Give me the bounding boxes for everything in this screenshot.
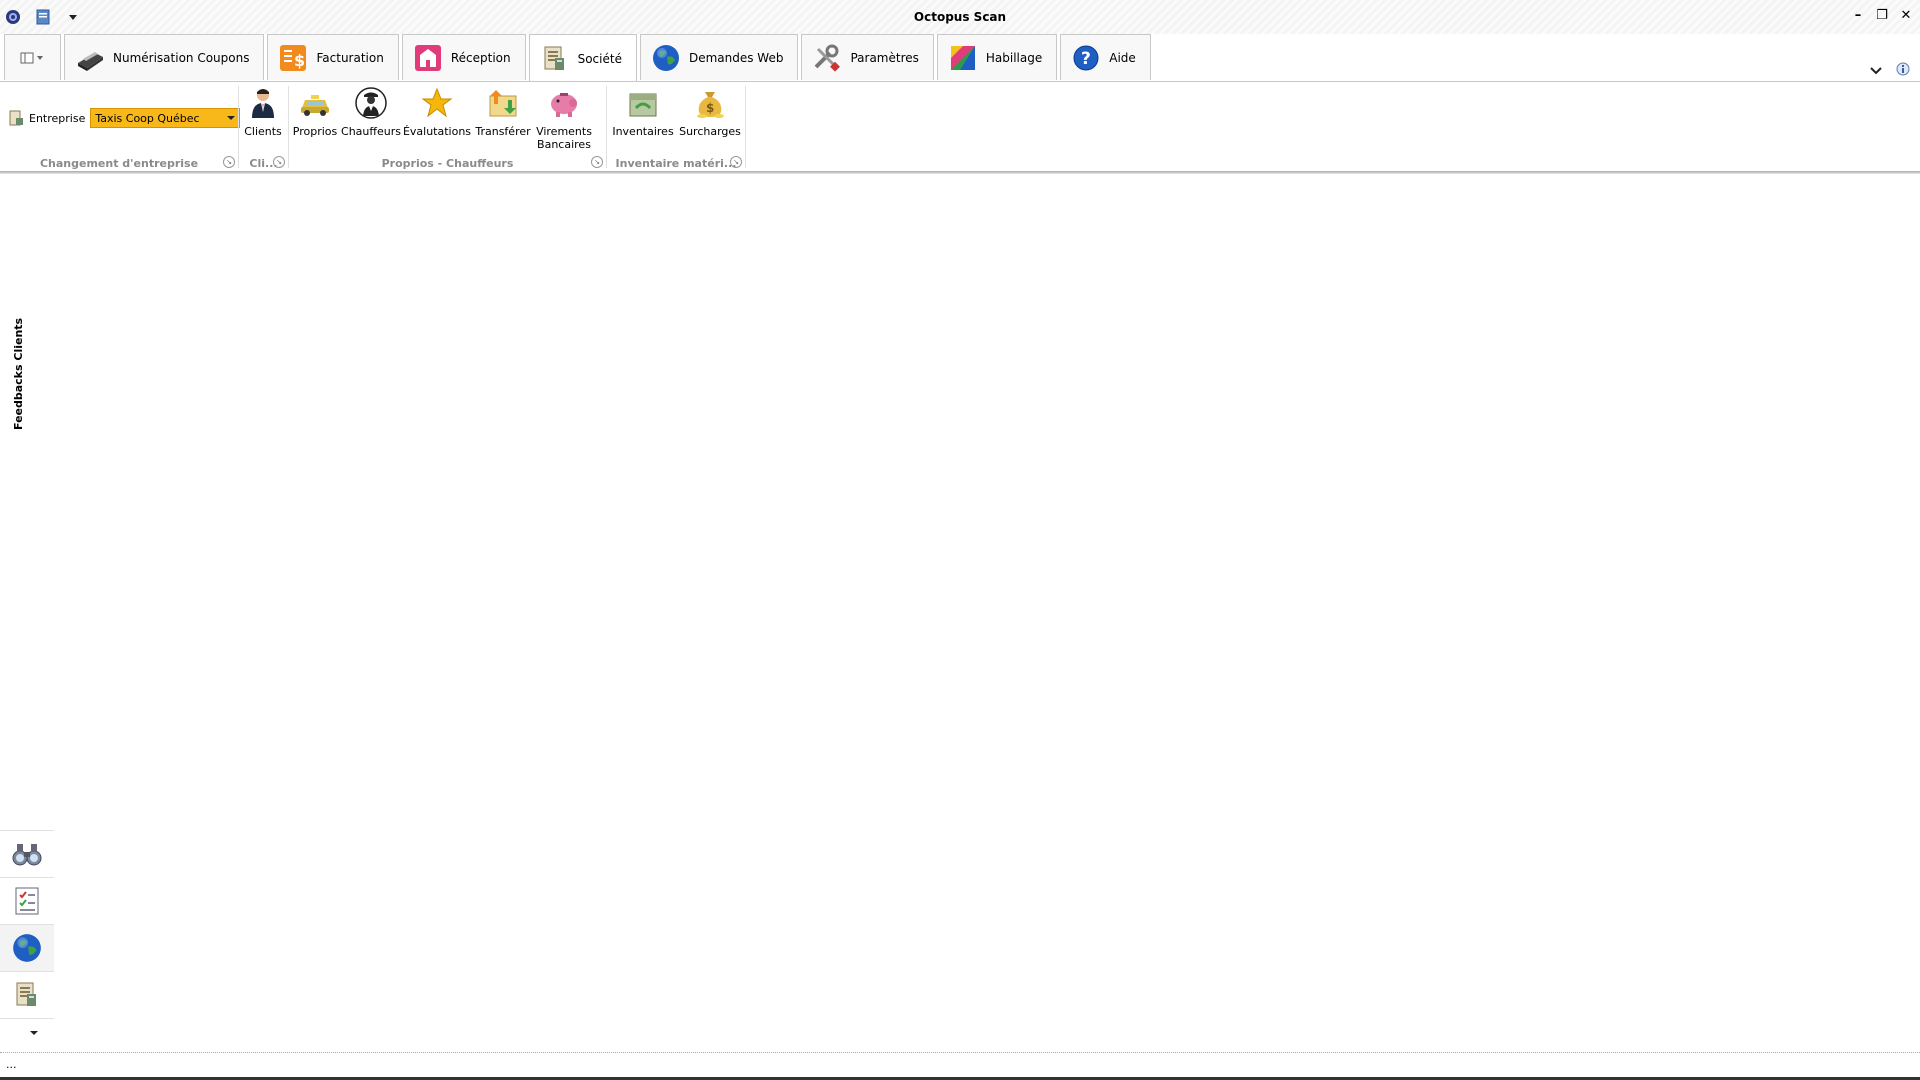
navigation-panel <box>0 830 54 1019</box>
tab-habillage[interactable]: Habillage <box>936 34 1058 80</box>
invoice-dollar-icon: $ <box>280 44 307 71</box>
entreprise-label: Entreprise <box>29 111 86 125</box>
entreprise-value: Taxis Coop Québec <box>95 111 200 125</box>
star-icon <box>421 87 453 118</box>
window-title: Octopus Scan <box>913 10 1007 24</box>
client-person-icon <box>252 89 274 118</box>
inventaires-label: Inventaires <box>612 125 674 138</box>
svg-text:$: $ <box>706 101 714 115</box>
chevron-down-icon <box>30 1031 38 1035</box>
tab-label: Paramètres <box>850 50 919 65</box>
tools-icon <box>815 44 841 72</box>
checklist-icon <box>15 887 39 915</box>
tab-label: Société <box>577 51 622 66</box>
globe-icon <box>652 44 679 71</box>
entreprise-combobox[interactable]: Taxis Coop Québec <box>90 108 241 128</box>
group-launcher-button[interactable]: ↘ <box>273 156 285 168</box>
money-bag-icon: $ <box>697 92 724 118</box>
proprios-button[interactable]: Proprios <box>293 86 337 138</box>
group-title: Inventaire matéri... <box>615 157 737 170</box>
tab-label: Habillage <box>985 50 1043 65</box>
minimize-button[interactable]: – <box>1850 8 1866 24</box>
taxi-car-icon <box>301 95 329 116</box>
ribbon-tabs: Numérisation Coupons $ Facturation Récep… <box>4 34 1154 82</box>
ribbon-options <box>1870 62 1910 79</box>
ribbon-bottom-border <box>0 171 1920 174</box>
company-icon <box>9 110 23 126</box>
tab-facturation[interactable]: $ Facturation <box>267 34 399 80</box>
tab-label: Numérisation Coupons <box>113 50 250 65</box>
ribbon-minimize-icon[interactable] <box>1870 64 1882 78</box>
company-ledger-icon <box>544 46 564 70</box>
transferer-label: Transférer <box>475 125 531 138</box>
tab-label: Facturation <box>316 50 384 65</box>
group-changement-entreprise: Entreprise Taxis Coop Québec Changement … <box>0 82 241 172</box>
feedbacks-clients-tab[interactable]: Feedbacks Clients <box>12 318 25 430</box>
surcharges-button[interactable]: $ Surcharges <box>679 86 741 138</box>
window-controls: – ❐ ✕ <box>1850 8 1914 24</box>
group-launcher-button[interactable]: ↘ <box>223 156 235 168</box>
virements-bancaires-button[interactable]: Virements Bancaires <box>536 86 592 151</box>
inventaires-button[interactable]: Inventaires <box>612 86 674 138</box>
chauffeurs-button[interactable]: Chauffeurs <box>341 86 401 138</box>
surcharges-label: Surcharges <box>679 125 741 138</box>
inventory-box-icon <box>629 93 657 117</box>
app-menu-icon <box>20 52 43 63</box>
nav-overflow-button[interactable] <box>30 1028 38 1039</box>
group-launcher-button[interactable]: ↘ <box>730 156 742 168</box>
tab-label: Aide <box>1109 50 1136 65</box>
ribbon-panel: Entreprise Taxis Coop Québec Changement … <box>0 82 1920 172</box>
tab-societe[interactable]: Société <box>528 34 637 82</box>
group-separator <box>745 86 746 168</box>
chauffeurs-label: Chauffeurs <box>341 125 401 138</box>
tab-reception[interactable]: Réception <box>401 34 526 80</box>
scanner-icon <box>78 51 103 71</box>
group-proprios-chauffeurs: Proprios Chauffeurs Évalutations Transfé… <box>289 82 606 172</box>
clients-button[interactable]: Clients <box>243 86 283 138</box>
proprios-label: Proprios <box>292 125 338 138</box>
nav-item-search[interactable] <box>0 830 54 877</box>
globe-icon <box>13 934 41 962</box>
tab-numerisation-coupons[interactable]: Numérisation Coupons <box>64 34 265 80</box>
chevron-down-icon <box>227 116 236 120</box>
svg-text:?: ? <box>1081 49 1091 69</box>
tab-label: Demandes Web <box>688 50 784 65</box>
entreprise-selector: Entreprise Taxis Coop Québec <box>8 108 241 128</box>
virements-label-line2: Bancaires <box>537 138 591 151</box>
group-clients: Clients Cli... ↘ <box>239 82 288 172</box>
evaluations-button[interactable]: Évalutations <box>402 86 472 138</box>
reception-icon <box>414 44 441 71</box>
close-button[interactable]: ✕ <box>1898 8 1914 24</box>
evaluations-label: Évalutations <box>402 125 472 138</box>
binoculars-icon <box>12 844 42 866</box>
tab-aide[interactable]: ? Aide <box>1060 34 1151 80</box>
status-text: ... <box>6 1058 17 1071</box>
svg-text:$: $ <box>294 51 305 70</box>
nav-item-checklist[interactable] <box>0 877 54 924</box>
chauffeur-icon <box>355 87 387 119</box>
virements-label-line1: Virements <box>536 125 592 138</box>
company-ledger-icon <box>16 982 36 1006</box>
clients-label: Clients <box>244 125 282 138</box>
title-bar: Octopus Scan – ❐ ✕ <box>0 0 1920 34</box>
group-title: Changement d'entreprise <box>39 157 199 170</box>
nav-item-web[interactable] <box>0 924 54 971</box>
help-icon: ? <box>1073 45 1099 70</box>
restore-button[interactable]: ❐ <box>1874 8 1890 24</box>
transferer-button[interactable]: Transférer <box>475 86 531 138</box>
group-title: Proprios - Chauffeurs <box>381 157 514 170</box>
palette-icon <box>950 45 975 70</box>
nav-item-company[interactable] <box>0 971 54 1019</box>
group-inventaire: Inventaires $ Surcharges Inventaire maté… <box>607 82 745 172</box>
status-separator <box>0 1052 1920 1053</box>
info-icon[interactable] <box>1896 62 1910 79</box>
transfer-arrows-icon <box>489 90 517 117</box>
tab-demandes-web[interactable]: Demandes Web <box>639 34 799 80</box>
group-launcher-button[interactable]: ↘ <box>591 156 603 168</box>
piggy-bank-icon <box>551 93 577 117</box>
tab-label: Réception <box>450 50 511 65</box>
application-menu-button[interactable] <box>4 34 61 80</box>
tab-parametres[interactable]: Paramètres <box>801 34 934 80</box>
